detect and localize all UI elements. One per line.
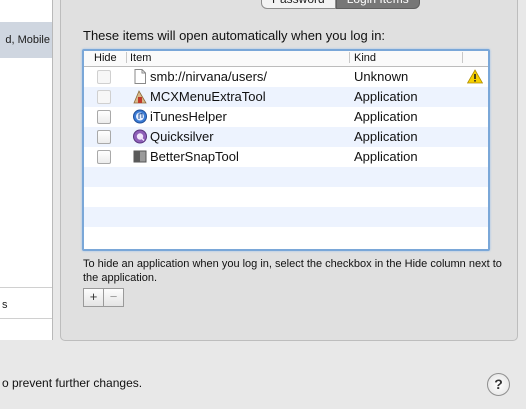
item-kind: Application	[354, 129, 418, 144]
empty-row	[84, 227, 488, 245]
sidebar-divider	[0, 287, 52, 288]
column-separator	[462, 52, 463, 63]
hide-checkbox	[97, 90, 111, 104]
sidebar-divider	[0, 318, 52, 319]
column-header-kind[interactable]: Kind	[354, 52, 376, 64]
item-kind: Application	[354, 109, 418, 124]
item-kind: Application	[354, 89, 418, 104]
lock-message: o prevent further changes.	[2, 376, 143, 390]
sidebar-item-login-options[interactable]: s	[2, 299, 8, 311]
remove-item-button[interactable]: −	[104, 288, 124, 307]
add-remove-controls: + −	[83, 288, 124, 307]
item-name: BetterSnapTool	[150, 149, 239, 164]
table-row[interactable]: Quicksilver Application	[84, 127, 488, 147]
help-button[interactable]: ?	[487, 373, 510, 396]
column-header-item[interactable]: Item	[130, 52, 151, 64]
hide-checkbox[interactable]	[97, 110, 111, 124]
add-item-button[interactable]: +	[83, 288, 104, 307]
document-icon	[134, 69, 146, 84]
item-kind: Application	[354, 149, 418, 164]
login-items-table[interactable]: Hide Item Kind smb://nirvana/users/ Unkn…	[82, 49, 490, 251]
tab-bar: Password Login Items	[261, 0, 420, 9]
accounts-sidebar: d, Mobile s	[0, 0, 53, 340]
item-name: Quicksilver	[150, 129, 214, 144]
hide-checkbox	[97, 70, 111, 84]
hide-checkbox[interactable]	[97, 150, 111, 164]
table-header: Hide Item Kind	[84, 51, 488, 67]
table-row[interactable]: smb://nirvana/users/ Unknown	[84, 67, 488, 87]
login-items-panel: Password Login Items These items will op…	[60, 0, 518, 341]
hide-instructions: To hide an application when you log in, …	[83, 258, 502, 284]
login-items-intro: These items will open automatically when…	[83, 28, 386, 43]
table-row[interactable]: iTunesHelper Application	[84, 107, 488, 127]
sidebar-selected-label: d, Mobile	[5, 34, 50, 46]
column-header-hide[interactable]: Hide	[94, 52, 117, 64]
column-separator	[126, 52, 127, 63]
sidebar-selected-account[interactable]: d, Mobile	[0, 22, 52, 58]
table-row[interactable]: MCXMenuExtraTool Application	[84, 87, 488, 107]
item-name: smb://nirvana/users/	[150, 69, 268, 84]
hide-checkbox[interactable]	[97, 130, 111, 144]
item-name: MCXMenuExtraTool	[150, 89, 266, 104]
empty-row	[84, 207, 488, 227]
item-name: iTunesHelper	[150, 109, 227, 124]
warning-icon	[467, 69, 483, 84]
itunes-icon	[133, 109, 147, 124]
bettersnaptool-icon	[133, 150, 147, 163]
app-icon	[133, 90, 147, 104]
tab-password[interactable]: Password	[261, 0, 336, 9]
table-row[interactable]: BetterSnapTool Application	[84, 147, 488, 167]
empty-row	[84, 187, 488, 207]
item-kind: Unknown	[354, 69, 409, 84]
column-separator	[349, 52, 350, 63]
empty-row	[84, 167, 488, 187]
tab-login-items[interactable]: Login Items	[335, 0, 420, 9]
quicksilver-icon	[133, 129, 147, 144]
